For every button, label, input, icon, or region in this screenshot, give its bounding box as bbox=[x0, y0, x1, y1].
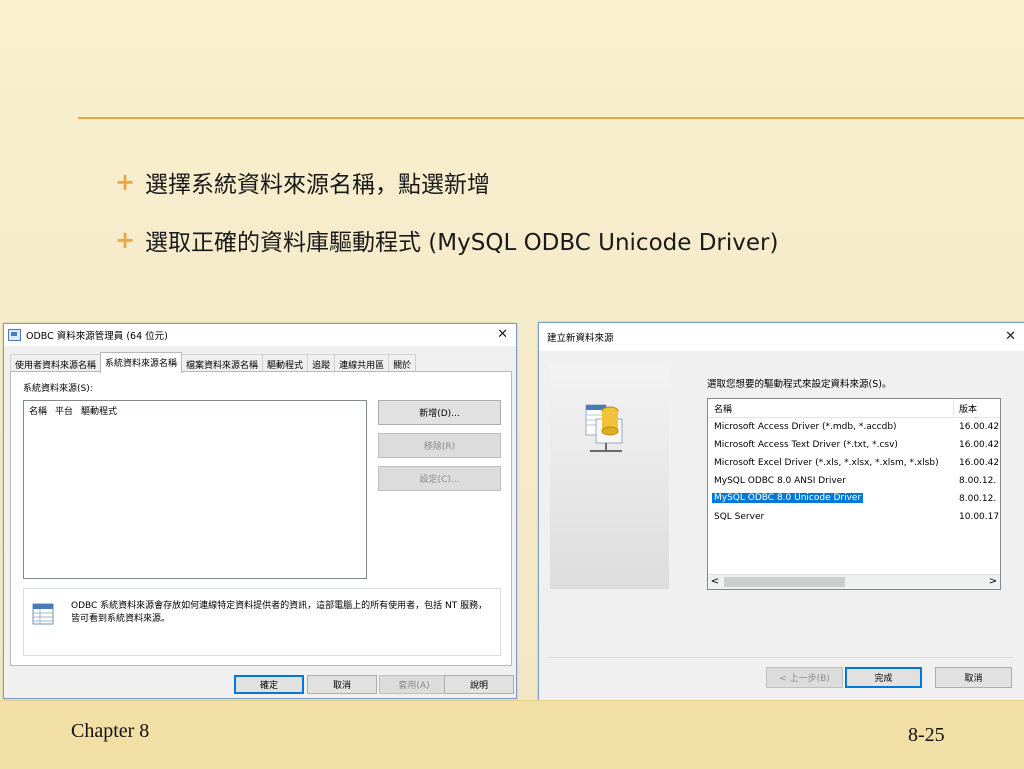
finish-button[interactable]: 完成 bbox=[845, 667, 922, 688]
cancel-button[interactable]: 取消 bbox=[935, 667, 1012, 688]
slide-footer bbox=[0, 700, 1024, 769]
system-dsn-list[interactable]: 名稱 平台 驅動程式 bbox=[23, 400, 367, 579]
help-button[interactable]: 說明 bbox=[444, 675, 514, 694]
data-source-icon bbox=[32, 603, 54, 625]
driver-name: MySQL ODBC 8.0 ANSI Driver bbox=[714, 476, 846, 486]
driver-row-mysql-ansi[interactable]: MySQL ODBC 8.0 ANSI Driver 8.00.12. bbox=[708, 473, 1000, 491]
driver-row-access[interactable]: Microsoft Access Driver (*.mdb, *.accdb)… bbox=[708, 419, 1000, 437]
bullet-2: + 選取正確的資料庫驅動程式 (MySQL ODBC Unicode Drive… bbox=[115, 223, 778, 257]
configure-button[interactable]: 設定(C)... bbox=[378, 466, 501, 491]
driver-name: Microsoft Access Text Driver (*.txt, *.c… bbox=[714, 440, 898, 450]
info-description: ODBC 系統資料來源會存放如何連線特定資料提供者的資訊，這部電腦上的所有使用者… bbox=[71, 601, 488, 624]
column-name[interactable]: 名稱 bbox=[29, 404, 47, 417]
wizard-side-panel bbox=[550, 363, 669, 589]
column-driver[interactable]: 驅動程式 bbox=[81, 404, 117, 417]
driver-version: 8.00.12. bbox=[959, 494, 997, 504]
bullet-plus-icon: + bbox=[115, 168, 136, 196]
driver-list-header: 名稱 版本 bbox=[708, 399, 1000, 418]
close-icon[interactable]: ✕ bbox=[1005, 329, 1016, 344]
column-version[interactable]: 版本 bbox=[959, 402, 977, 415]
newds-window-title: 建立新資料來源 bbox=[547, 333, 614, 344]
driver-row-access-text[interactable]: Microsoft Access Text Driver (*.txt, *.c… bbox=[708, 437, 1000, 455]
info-panel: ODBC 系統資料來源會存放如何連線特定資料提供者的資訊，這部電腦上的所有使用者… bbox=[23, 588, 501, 656]
system-dsn-tab-page: 系統資料來源(S): 名稱 平台 驅動程式 新增(D)... 移除(R) 設定(… bbox=[10, 371, 512, 666]
remove-button[interactable]: 移除(R) bbox=[378, 433, 501, 458]
driver-version: 16.00.42 bbox=[959, 440, 1000, 450]
horizontal-scrollbar[interactable]: < > bbox=[708, 574, 1000, 589]
column-platform[interactable]: 平台 bbox=[55, 404, 73, 417]
driver-row-mysql-unicode[interactable]: MySQL ODBC 8.0 Unicode Driver 8.00.12. bbox=[708, 491, 1000, 509]
odbc-app-icon bbox=[8, 329, 21, 341]
driver-version: 10.00.17 bbox=[959, 512, 1000, 522]
driver-row-excel[interactable]: Microsoft Excel Driver (*.xls, *.xlsx, *… bbox=[708, 455, 1000, 473]
driver-name: Microsoft Access Driver (*.mdb, *.accdb) bbox=[714, 422, 897, 432]
driver-list[interactable]: 名稱 版本 Microsoft Access Driver (*.mdb, *.… bbox=[707, 398, 1001, 590]
system-dsn-label: 系統資料來源(S): bbox=[23, 384, 93, 394]
system-dsn-list-header: 名稱 平台 驅動程式 bbox=[29, 404, 117, 417]
driver-name: SQL Server bbox=[714, 512, 765, 522]
driver-name-selected: MySQL ODBC 8.0 Unicode Driver bbox=[710, 492, 865, 504]
title-divider-line bbox=[78, 117, 1024, 119]
back-button[interactable]: < 上一步(B) bbox=[766, 667, 843, 688]
page-number: 8-25 bbox=[908, 724, 945, 746]
odbc-window-title: ODBC 資料來源管理員 (64 位元) bbox=[26, 331, 168, 342]
newds-titlebar[interactable]: 建立新資料來源 ✕ bbox=[539, 323, 1024, 351]
ok-button[interactable]: 確定 bbox=[234, 675, 304, 694]
driver-row-sql-server[interactable]: SQL Server 10.00.17 bbox=[708, 509, 1000, 527]
add-button[interactable]: 新增(D)... bbox=[378, 400, 501, 425]
driver-version: 16.00.42 bbox=[959, 422, 1000, 432]
bullet-2-text: 選取正確的資料庫驅動程式 (MySQL ODBC Unicode Driver) bbox=[145, 230, 779, 256]
driver-name: Microsoft Excel Driver (*.xls, *.xlsx, *… bbox=[714, 458, 939, 468]
select-driver-prompt: 選取您想要的驅動程式來設定資料來源(S)。 bbox=[707, 379, 892, 390]
tab-system-dsn[interactable]: 系統資料來源名稱 bbox=[100, 352, 183, 373]
chapter-label: Chapter 8 bbox=[71, 720, 150, 742]
column-separator[interactable] bbox=[953, 399, 954, 417]
odbc-titlebar[interactable]: ODBC 資料來源管理員 (64 位元) ✕ bbox=[4, 324, 516, 346]
bullet-1: + 選擇系統資料來源名稱，點選新增 bbox=[115, 165, 490, 199]
apply-button[interactable]: 套用(A) bbox=[379, 675, 449, 694]
odbc-tab-strip: 使用者資料來源名稱 系統資料來源名稱 檔案資料來源名稱 驅動程式 追蹤 連線共用… bbox=[10, 352, 417, 373]
scroll-left-icon[interactable]: < bbox=[708, 575, 722, 589]
odbc-admin-window: ODBC 資料來源管理員 (64 位元) ✕ 使用者資料來源名稱 系統資料來源名… bbox=[3, 323, 517, 699]
column-name[interactable]: 名稱 bbox=[714, 402, 732, 415]
driver-version: 8.00.12. bbox=[959, 476, 997, 486]
bullet-1-text: 選擇系統資料來源名稱，點選新增 bbox=[145, 172, 490, 198]
database-driver-icon bbox=[585, 404, 623, 452]
close-icon[interactable]: ✕ bbox=[497, 327, 508, 342]
wizard-divider bbox=[548, 657, 1014, 658]
scroll-right-icon[interactable]: > bbox=[986, 575, 1000, 589]
cancel-button[interactable]: 取消 bbox=[307, 675, 377, 694]
create-new-data-source-window: 建立新資料來源 ✕ 選取您想要的驅動程式來設定資料來源(S)。 名稱 版本 Mi… bbox=[538, 322, 1024, 701]
driver-version: 16.00.42 bbox=[959, 458, 1000, 468]
scrollbar-thumb[interactable] bbox=[724, 577, 845, 587]
bullet-plus-icon: + bbox=[115, 226, 136, 254]
